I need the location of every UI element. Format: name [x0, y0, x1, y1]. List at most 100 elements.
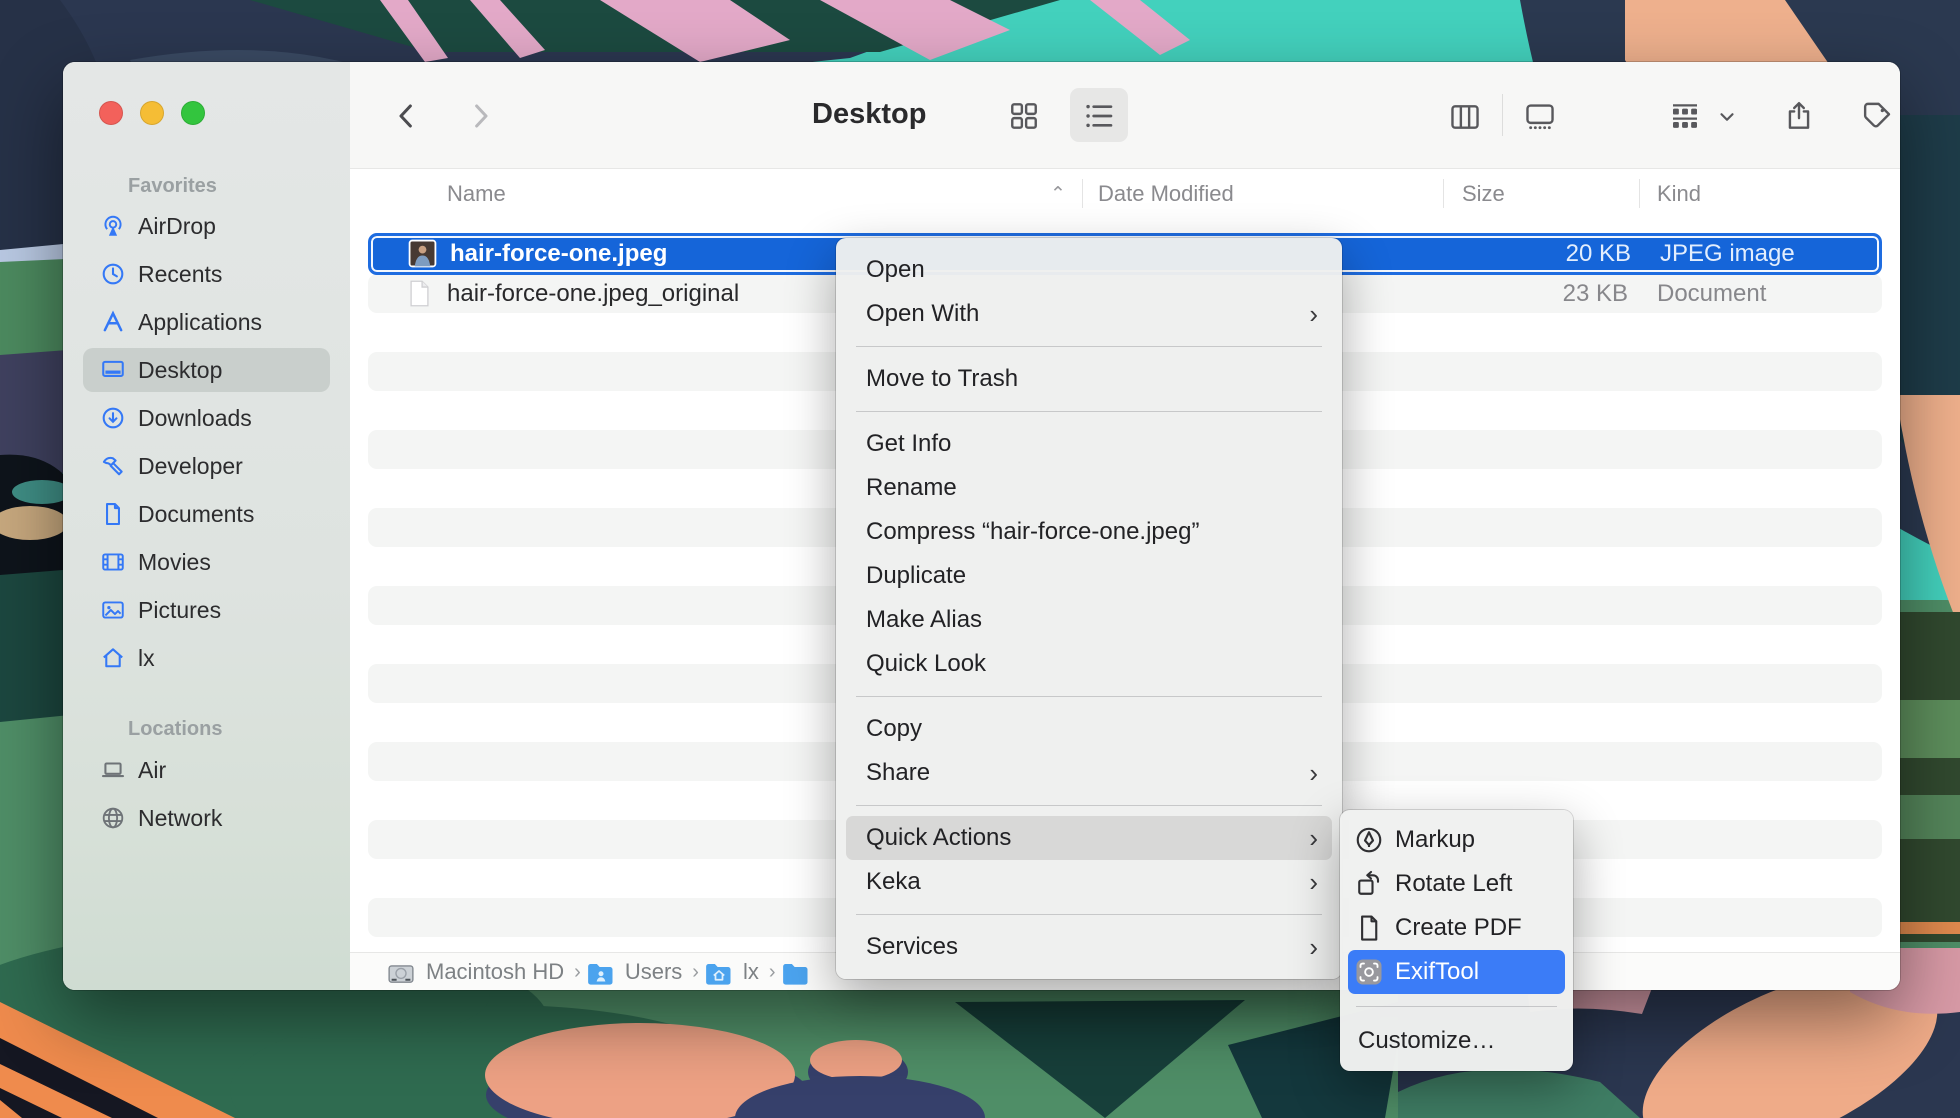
sort-ascending-icon[interactable]: ⌃: [1050, 183, 1066, 206]
group-chevron-icon[interactable]: [1716, 106, 1738, 128]
gallery-view-button[interactable]: [1522, 99, 1558, 135]
list-view-button[interactable]: [1081, 98, 1117, 134]
sidebar-item-home[interactable]: lx: [83, 636, 330, 680]
submenu-item-rotate-left[interactable]: Rotate Left: [1340, 862, 1573, 906]
menu-item-duplicate[interactable]: Duplicate: [836, 554, 1342, 598]
path-separator: ›: [574, 961, 581, 984]
menu-item-quick-look[interactable]: Quick Look: [836, 642, 1342, 686]
file-size: 23 KB: [1368, 280, 1628, 308]
path-item-users[interactable]: Users: [585, 959, 682, 985]
forward-button[interactable]: [462, 98, 498, 134]
path-item-home[interactable]: lx: [703, 959, 759, 985]
menu-item-label: Compress “hair-force-one.jpeg”: [866, 518, 1199, 545]
menu-item-compress[interactable]: Compress “hair-force-one.jpeg”: [836, 510, 1342, 554]
sidebar-item-label: AirDrop: [138, 213, 216, 240]
sidebar-item-label: Network: [138, 805, 222, 832]
app-store-icon: [100, 309, 126, 335]
sidebar-item-movies[interactable]: Movies: [83, 540, 330, 584]
column-header-kind[interactable]: Kind: [1657, 181, 1701, 207]
menu-item-keka[interactable]: Keka›: [836, 860, 1342, 904]
column-header-date-modified[interactable]: Date Modified: [1098, 181, 1234, 207]
submenu-item-label: ExifTool: [1395, 958, 1479, 986]
column-header-size[interactable]: Size: [1462, 181, 1505, 207]
sidebar-item-recents[interactable]: Recents: [83, 252, 330, 296]
menu-item-label: Quick Actions: [866, 824, 1011, 851]
submenu-item-customize[interactable]: Customize…: [1340, 1019, 1573, 1063]
create-pdf-icon: [1354, 913, 1384, 943]
submenu-item-create-pdf[interactable]: Create PDF: [1340, 906, 1573, 950]
menu-item-make-alias[interactable]: Make Alias: [836, 598, 1342, 642]
download-circle-icon: [100, 405, 126, 431]
document-icon: [100, 501, 126, 527]
submenu-item-exiftool[interactable]: ExifTool: [1348, 950, 1565, 994]
submenu-item-markup[interactable]: Markup: [1340, 818, 1573, 862]
menu-item-open[interactable]: Open: [836, 248, 1342, 292]
menu-item-quick-actions[interactable]: Quick Actions›: [846, 816, 1332, 860]
sidebar-item-pictures[interactable]: Pictures: [83, 588, 330, 632]
file-kind: JPEG image: [1660, 240, 1795, 268]
menu-item-get-info[interactable]: Get Info: [836, 422, 1342, 466]
menu-item-label: Rename: [866, 474, 957, 501]
submenu-item-label: Markup: [1395, 826, 1475, 854]
toolbar: Desktop: [350, 62, 1900, 168]
minimize-button[interactable]: [140, 101, 164, 125]
menu-item-label: Duplicate: [866, 562, 966, 589]
sidebar-item-airdrop[interactable]: AirDrop: [83, 204, 330, 248]
file-kind: Document: [1657, 280, 1766, 308]
menu-item-label: Get Info: [866, 430, 951, 457]
menu-item-share[interactable]: Share›: [836, 751, 1342, 795]
sidebar-item-developer[interactable]: Developer: [83, 444, 330, 488]
menu-item-move-to-trash[interactable]: Move to Trash: [836, 357, 1342, 401]
menu-separator: [856, 411, 1322, 412]
sidebar-item-label: Movies: [138, 549, 211, 576]
favorites-section-title: Favorites: [128, 173, 217, 199]
column-view-button[interactable]: [1447, 99, 1483, 135]
menu-separator: [856, 805, 1322, 806]
globe-icon: [100, 805, 126, 831]
menu-item-open-with[interactable]: Open With›: [836, 292, 1342, 336]
menu-item-copy[interactable]: Copy: [836, 707, 1342, 751]
path-item-label: lx: [743, 959, 759, 985]
menu-item-rename[interactable]: Rename: [836, 466, 1342, 510]
path-item-desktop[interactable]: [780, 959, 820, 985]
tag-button[interactable]: [1859, 98, 1895, 134]
column-separator[interactable]: [1639, 179, 1640, 208]
quick-actions-submenu: Markup Rotate Left Create PDF ExifTool C…: [1340, 810, 1573, 1071]
sidebar-item-desktop[interactable]: Desktop: [83, 348, 330, 392]
menu-item-label: Copy: [866, 715, 922, 742]
menu-separator: [856, 696, 1322, 697]
sidebar-item-label: Pictures: [138, 597, 221, 624]
sidebar-item-downloads[interactable]: Downloads: [83, 396, 330, 440]
airdrop-icon: [100, 213, 126, 239]
group-button[interactable]: [1667, 98, 1703, 134]
back-button[interactable]: [389, 98, 425, 134]
menu-item-label: Open With: [866, 300, 979, 327]
sidebar: Favorites AirDrop Recents Applications D…: [63, 62, 351, 990]
close-button[interactable]: [99, 101, 123, 125]
sidebar-item-air[interactable]: Air: [83, 748, 330, 792]
rotate-left-icon: [1354, 869, 1384, 899]
path-item-macintosh-hd[interactable]: Macintosh HD: [386, 959, 564, 985]
column-separator[interactable]: [1082, 179, 1083, 208]
menu-item-label: Make Alias: [866, 606, 982, 633]
desktop-icon: [100, 357, 126, 383]
toolbar-divider: [1502, 94, 1503, 136]
column-separator[interactable]: [1443, 179, 1444, 208]
sidebar-item-applications[interactable]: Applications: [83, 300, 330, 344]
column-header-name[interactable]: Name: [447, 181, 506, 207]
screen: Favorites AirDrop Recents Applications D…: [0, 0, 1960, 1118]
context-menu: Open Open With› Move to Trash Get Info R…: [836, 238, 1342, 979]
submenu-chevron-icon: ›: [1309, 925, 1318, 969]
menu-item-services[interactable]: Services›: [836, 925, 1342, 969]
icon-view-button[interactable]: [1006, 98, 1042, 134]
zoom-button[interactable]: [181, 101, 205, 125]
file-size: 20 KB: [1371, 240, 1631, 268]
window-title: Desktop: [812, 98, 926, 131]
share-button[interactable]: [1781, 98, 1817, 134]
laptop-icon: [100, 757, 126, 783]
menu-item-label: Quick Look: [866, 650, 986, 677]
folder-home-icon: [703, 959, 733, 985]
sidebar-item-network[interactable]: Network: [83, 796, 330, 840]
sidebar-item-documents[interactable]: Documents: [83, 492, 330, 536]
submenu-chevron-icon: ›: [1309, 860, 1318, 904]
